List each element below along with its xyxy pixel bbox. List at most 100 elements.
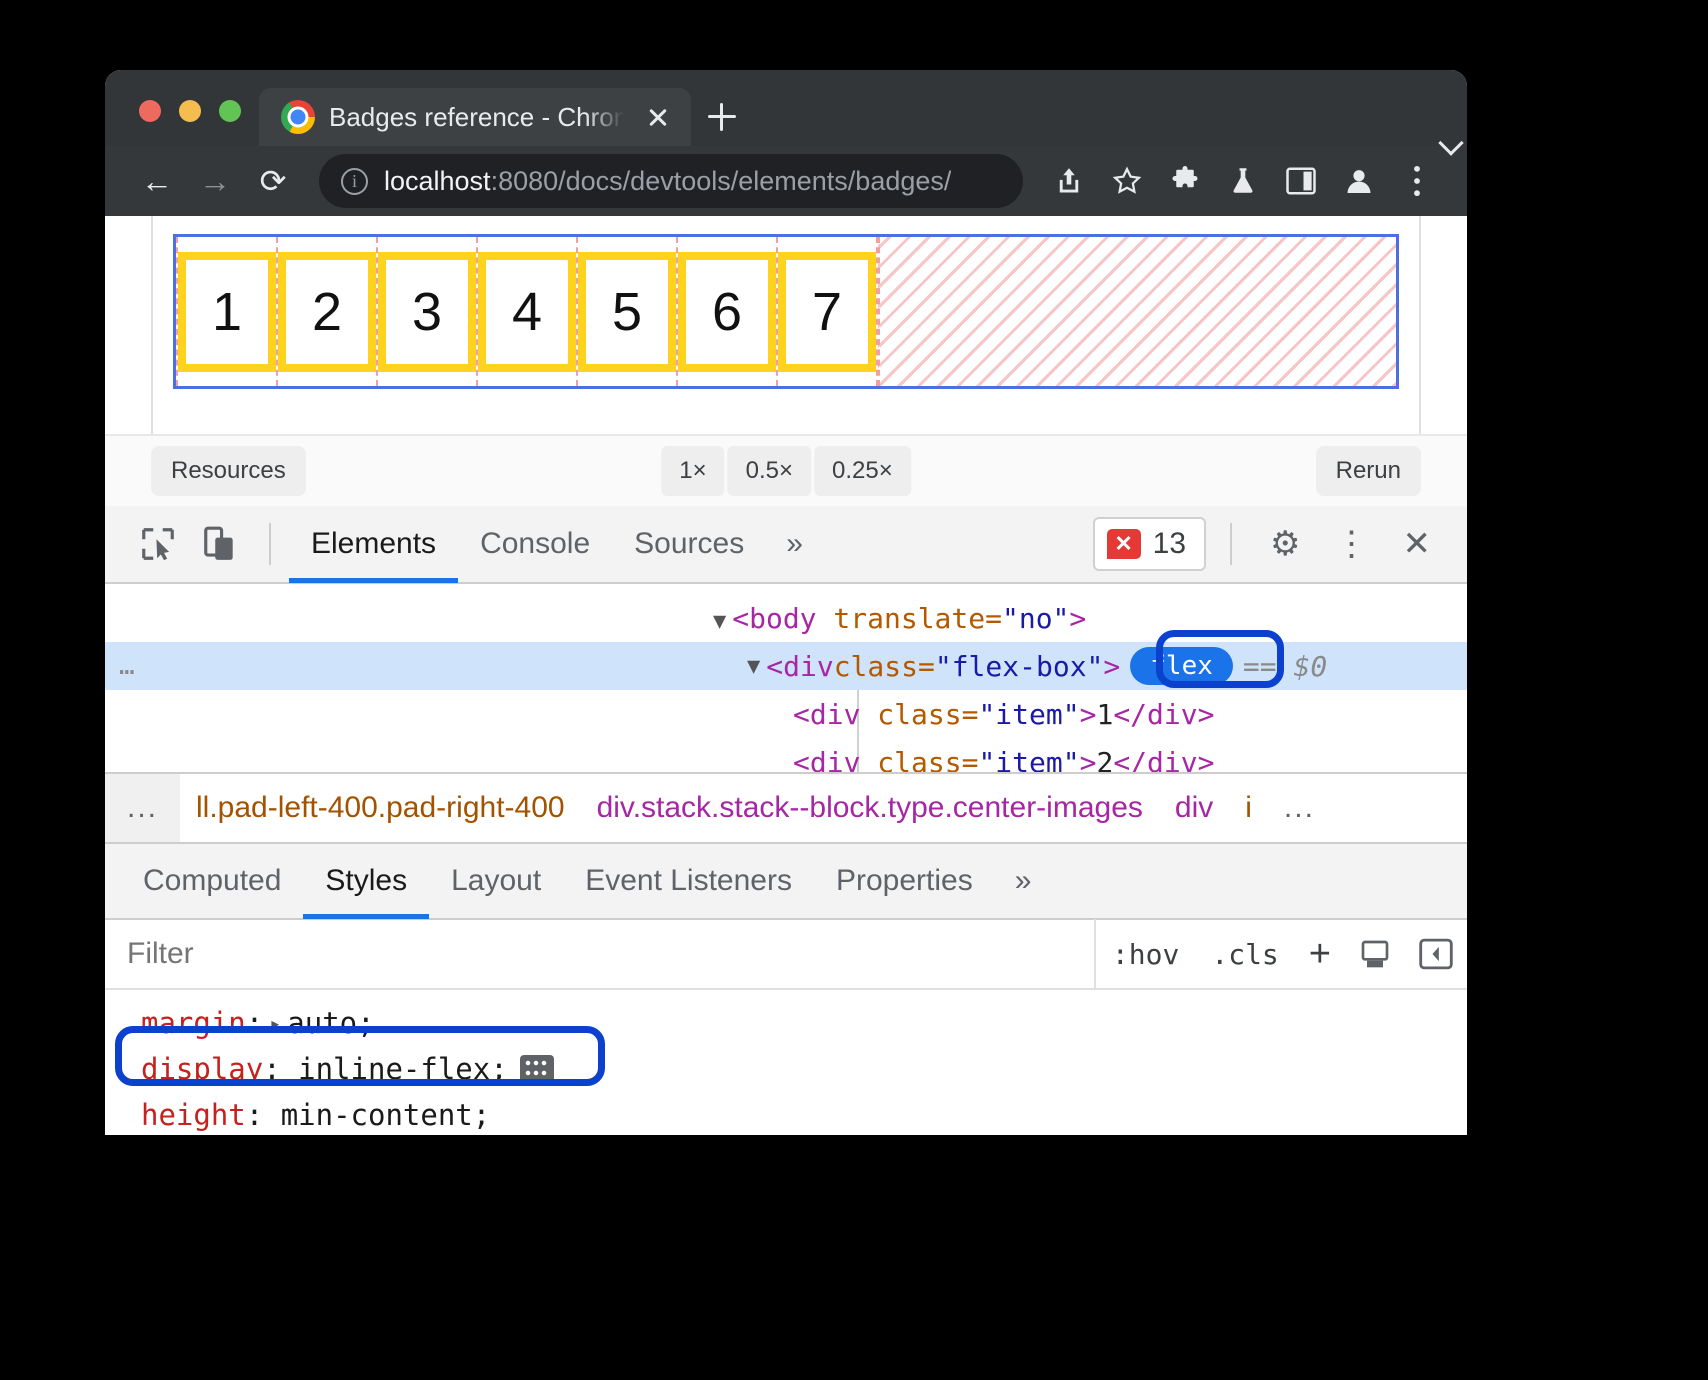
copy-styles-button[interactable] — [1345, 938, 1405, 970]
tab-properties[interactable]: Properties — [814, 843, 995, 919]
plus-icon — [708, 103, 736, 131]
share-button[interactable] — [1043, 155, 1095, 207]
page-content: 1 2 3 4 5 6 — [151, 216, 1421, 434]
flex-item: 1 — [178, 252, 276, 372]
address-bar[interactable]: i localhost:8080/docs/devtools/elements/… — [319, 154, 1023, 208]
dom-row-item-2[interactable]: <div class="item">2</div> — [105, 738, 1467, 772]
css-colon: : — [246, 1098, 281, 1132]
row-gutter-ellipsis[interactable]: … — [105, 651, 223, 681]
maximize-window-button[interactable] — [219, 100, 241, 122]
declaration-margin[interactable]: margin:▸auto; — [141, 1000, 1467, 1046]
tab-sources[interactable]: Sources — [612, 505, 766, 583]
devtools-tabbar-right: ✕ 13 ⚙ ⋮ ✕ — [1093, 517, 1467, 571]
declaration-height[interactable]: height: min-content; — [141, 1092, 1467, 1135]
zoom-0.5x-button[interactable]: 0.5× — [728, 446, 811, 496]
more-tabs-button[interactable]: » — [766, 527, 823, 561]
dom-row-content: ▼<body translate="no"> — [223, 602, 1086, 635]
tab-computed[interactable]: Computed — [121, 843, 303, 919]
resources-button[interactable]: Resources — [151, 446, 306, 496]
forward-button[interactable]: → — [189, 155, 241, 207]
cls-button[interactable]: .cls — [1195, 938, 1294, 971]
declaration-display[interactable]: display: inline-flex; — [141, 1046, 1467, 1092]
css-value[interactable]: inline-flex; — [298, 1052, 508, 1086]
error-count-badge[interactable]: ✕ 13 — [1093, 517, 1206, 571]
attr-name: class= — [860, 698, 978, 731]
filter-input[interactable] — [105, 919, 1096, 989]
tab-event-listeners[interactable]: Event Listeners — [563, 843, 814, 919]
new-style-rule-icon — [1359, 938, 1391, 970]
flex-badge[interactable]: flex — [1130, 647, 1233, 685]
browser-tab[interactable]: Badges reference - Chrome De — [259, 88, 691, 146]
tab-strip: Badges reference - Chrome De — [105, 70, 1467, 146]
flex-item-cell: 6 — [678, 237, 778, 386]
breadcrumb-overflow-left[interactable]: ... — [105, 772, 180, 844]
dom-row-content: <div class="item">1</div> — [223, 698, 1214, 731]
expand-triangle-icon[interactable]: ▸ — [269, 1011, 281, 1035]
expand-triangle-icon[interactable]: ▼ — [713, 609, 726, 634]
css-value[interactable]: min-content; — [281, 1098, 491, 1132]
css-property[interactable]: height — [141, 1098, 246, 1132]
breadcrumb-item[interactable]: i — [1229, 791, 1268, 825]
attr-value: "flex-box" — [935, 650, 1104, 683]
attr-name: translate= — [817, 602, 1002, 635]
css-property[interactable]: margin — [141, 1006, 246, 1040]
dom-row-item-1[interactable]: <div class="item">1</div> — [105, 690, 1467, 738]
rerun-button[interactable]: Rerun — [1316, 446, 1421, 496]
css-value[interactable]: auto; — [287, 1006, 374, 1040]
tab-search-button[interactable] — [1439, 130, 1467, 146]
tag-name: <body — [732, 602, 816, 635]
toggle-sidebar-button[interactable] — [1405, 938, 1467, 970]
devtools-kebab-icon[interactable]: ⋮ — [1321, 524, 1383, 564]
labs-button[interactable] — [1217, 155, 1269, 207]
side-panel-button[interactable] — [1275, 155, 1327, 207]
settings-gear-icon[interactable]: ⚙ — [1256, 524, 1314, 564]
dom-row-flex-box[interactable]: … ▼<div class="flex-box"> flex == $0 — [105, 642, 1467, 690]
styles-filter-bar: :hov .cls + — [105, 920, 1467, 990]
extensions-button[interactable] — [1159, 155, 1211, 207]
node-text: 1 — [1096, 698, 1113, 731]
breadcrumb-item[interactable]: div — [1159, 791, 1229, 825]
tab-layout[interactable]: Layout — [429, 843, 563, 919]
site-info-icon[interactable]: i — [341, 168, 368, 195]
css-property[interactable]: display — [141, 1052, 263, 1086]
expand-triangle-icon[interactable]: ▼ — [747, 654, 760, 679]
dom-row-body[interactable]: ▼<body translate="no"> — [105, 594, 1467, 642]
close-window-button[interactable] — [139, 100, 161, 122]
breadcrumb-item[interactable]: div.stack.stack--block.type.center-image… — [581, 791, 1159, 825]
device-toggle-icon — [201, 525, 239, 563]
close-devtools-icon[interactable]: ✕ — [1389, 524, 1446, 564]
browser-menu-button[interactable] — [1391, 155, 1443, 207]
reload-button[interactable]: ⟳ — [247, 155, 299, 207]
tab-elements[interactable]: Elements — [289, 505, 458, 583]
breadcrumb-item[interactable]: ll.pad-left-400.pad-right-400 — [180, 791, 581, 825]
device-toolbar-button[interactable] — [189, 513, 251, 575]
tab-console[interactable]: Console — [458, 505, 612, 583]
flex-item-cell: 1 — [176, 237, 278, 386]
flex-item-cell: 2 — [278, 237, 378, 386]
tag-close: > — [1069, 602, 1086, 635]
back-button[interactable]: ← — [131, 155, 183, 207]
css-colon: : — [263, 1052, 298, 1086]
breadcrumb: ... ll.pad-left-400.pad-right-400 div.st… — [105, 772, 1467, 844]
profile-button[interactable] — [1333, 155, 1385, 207]
url-path: :8080/docs/devtools/elements/badges/ — [491, 166, 952, 196]
flex-item-cell: 3 — [378, 237, 478, 386]
breadcrumb-overflow-right[interactable]: ... — [1268, 791, 1331, 825]
zoom-1x-button[interactable]: 1× — [661, 446, 724, 496]
tag-close: > — [1080, 746, 1097, 773]
error-bubble-icon: ✕ — [1107, 529, 1141, 559]
tag-name: <div — [793, 698, 860, 731]
styles-more-tabs-button[interactable]: » — [995, 864, 1052, 898]
browser-window: Badges reference - Chrome De ← → ⟳ i — [105, 70, 1467, 1135]
inspect-element-button[interactable] — [127, 513, 189, 575]
hov-button[interactable]: :hov — [1096, 938, 1195, 971]
flex-item-cell: 4 — [478, 237, 578, 386]
close-tab-icon[interactable] — [641, 100, 675, 134]
zoom-0.25x-button[interactable]: 0.25× — [814, 446, 911, 496]
new-tab-button[interactable] — [691, 88, 753, 146]
flex-editor-icon[interactable] — [520, 1055, 554, 1083]
new-style-rule-button[interactable]: + — [1295, 935, 1345, 973]
minimize-window-button[interactable] — [179, 100, 201, 122]
bookmark-button[interactable] — [1101, 155, 1153, 207]
tab-styles[interactable]: Styles — [303, 843, 429, 919]
